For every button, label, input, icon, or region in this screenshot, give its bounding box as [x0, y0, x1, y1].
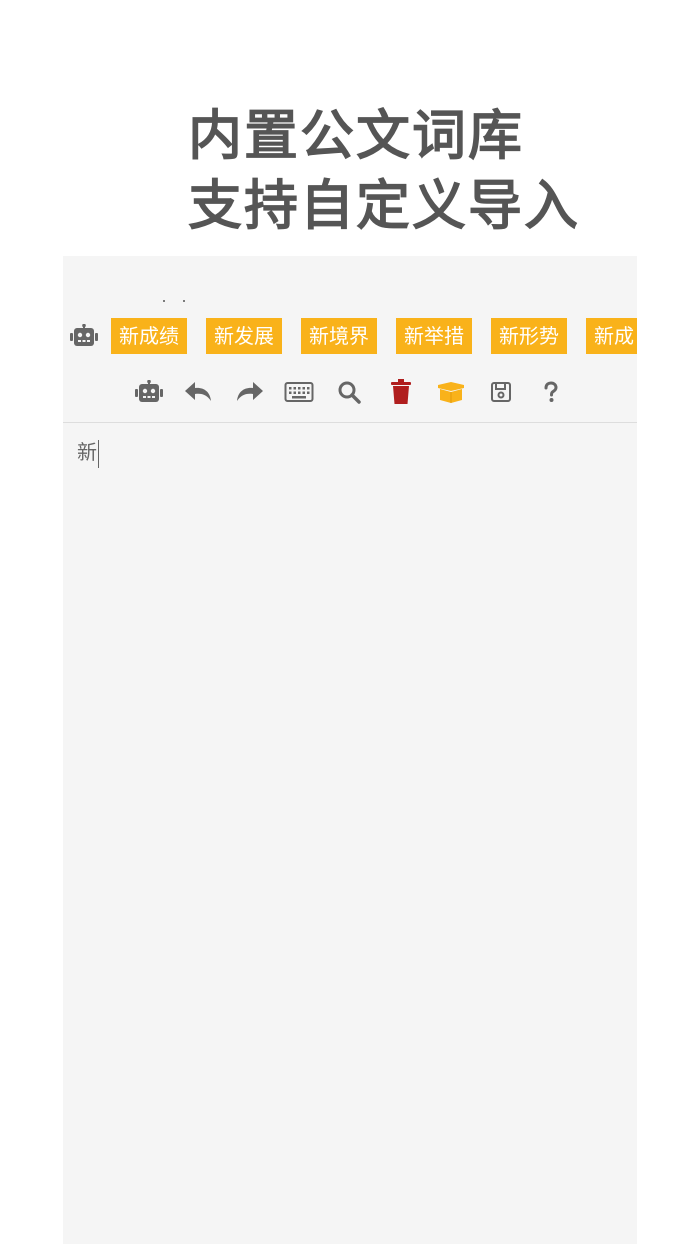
editor-text: 新 [77, 440, 97, 464]
text-editor[interactable]: 新 [63, 423, 637, 1244]
box-icon[interactable] [433, 374, 469, 410]
undo-icon[interactable] [181, 374, 217, 410]
status-bar-faint [133, 272, 273, 302]
text-caret [98, 439, 99, 468]
suggestion-bar: 新成绩 新发展 新境界 新举措 新形势 新成 [63, 318, 637, 354]
promo-headline-line1: 内置公文词库 [188, 104, 524, 167]
suggestion-chip[interactable]: 新成 [586, 318, 637, 354]
robot-icon[interactable] [69, 323, 99, 348]
app-screen: 新成绩 新发展 新境界 新举措 新形势 新成 新 [63, 256, 637, 1244]
editor-toolbar [63, 374, 637, 410]
suggestion-chip[interactable]: 新境界 [301, 318, 377, 354]
search-icon[interactable] [331, 374, 367, 410]
suggestion-chip[interactable]: 新形势 [491, 318, 567, 354]
save-icon[interactable] [483, 374, 519, 410]
page: 内置公文词库 支持自定义导入 新成绩 新发展 新境界 新举措 新形势 新成 新 [0, 0, 700, 1244]
trash-icon[interactable] [383, 374, 419, 410]
suggestion-chip[interactable]: 新发展 [206, 318, 282, 354]
help-icon[interactable] [533, 374, 569, 410]
robot-icon[interactable] [131, 374, 167, 410]
suggestion-chip[interactable]: 新成绩 [111, 318, 187, 354]
suggestion-chip[interactable]: 新举措 [396, 318, 472, 354]
promo-headline-line2: 支持自定义导入 [188, 174, 580, 237]
keyboard-icon[interactable] [281, 374, 317, 410]
redo-icon[interactable] [231, 374, 267, 410]
